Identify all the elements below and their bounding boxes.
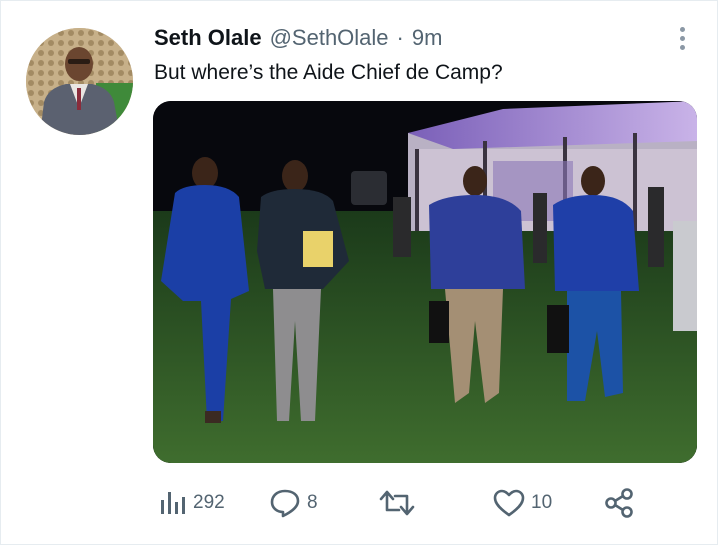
tweet-text: But where’s the Aide Chief de Camp? xyxy=(154,61,503,84)
timestamp[interactable]: 9m xyxy=(412,25,443,51)
share-button[interactable] xyxy=(603,485,635,521)
tweet-card: Seth Olale @SethOlale · 9m But where’s t… xyxy=(0,0,718,545)
views-button[interactable]: 292 xyxy=(159,485,225,521)
like-count: 10 xyxy=(531,492,553,513)
heart-icon xyxy=(493,489,525,517)
reply-count: 8 xyxy=(307,492,318,513)
tweet-header: Seth Olale @SethOlale · 9m xyxy=(154,25,442,53)
tweet-photo[interactable] xyxy=(153,101,697,463)
analytics-icon xyxy=(161,492,185,514)
retweet-button[interactable] xyxy=(379,485,421,521)
photo-illustration xyxy=(153,101,697,463)
author-handle[interactable]: @SethOlale xyxy=(270,25,389,51)
separator-dot: · xyxy=(396,25,404,50)
retweet-icon xyxy=(379,490,415,516)
avatar[interactable] xyxy=(26,28,133,135)
views-count: 292 xyxy=(193,492,225,513)
author-name[interactable]: Seth Olale xyxy=(154,25,262,51)
reply-button[interactable]: 8 xyxy=(269,485,318,521)
more-icon[interactable] xyxy=(669,23,695,53)
share-icon xyxy=(605,488,633,518)
tweet-actions: 292 8 10 xyxy=(151,485,651,521)
avatar-image xyxy=(26,28,133,135)
reply-icon xyxy=(270,489,300,518)
like-button[interactable]: 10 xyxy=(493,485,552,521)
